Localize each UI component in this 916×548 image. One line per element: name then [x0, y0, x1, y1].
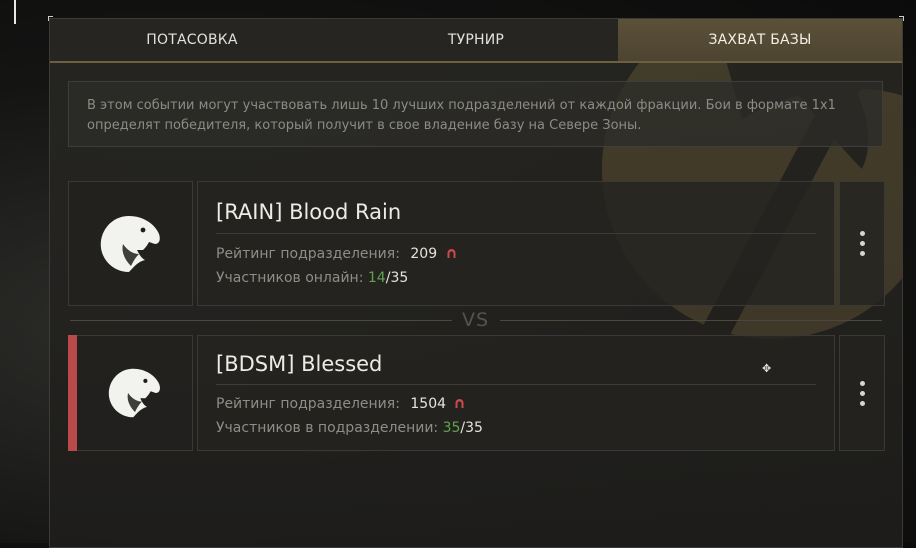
unit-members: Участников в подразделении: 35/35 — [216, 420, 483, 436]
members-current: 14 — [367, 270, 386, 286]
rating-value: 209 — [410, 246, 438, 262]
more-menu-icon — [859, 231, 865, 236]
window-edge-marker — [14, 0, 16, 24]
unit-rating: Рейтинг подразделения: 1504 — [216, 396, 465, 412]
members-current: 35 — [442, 420, 461, 436]
vs-line-left — [70, 320, 452, 321]
unit-members: Участников онлайн: 14/35 — [216, 270, 408, 286]
members-total: 35 — [465, 420, 483, 436]
unit-name[interactable]: [BDSM] Blessed — [216, 352, 382, 376]
rating-value: 1504 — [410, 396, 447, 412]
own-unit-highlight-bar — [68, 335, 77, 451]
unit-emblem — [68, 181, 193, 306]
cursor-icon: ✥ — [762, 362, 772, 375]
more-menu-icon — [859, 380, 865, 386]
eagle-emblem-icon — [108, 368, 160, 418]
vs-label: VS — [462, 309, 490, 331]
event-tabs: ПОТАСОВКА ТУРНИР ЗАХВАТ БАЗЫ — [50, 19, 902, 63]
unit-more-menu-button[interactable] — [839, 335, 885, 451]
details-divider — [216, 233, 816, 234]
rank-icon — [455, 399, 464, 408]
menu-dot — [859, 251, 865, 256]
unit-more-menu-button[interactable] — [839, 181, 885, 306]
rating-label: Рейтинг подразделения: — [216, 246, 400, 262]
unit-rating: Рейтинг подразделения: 209 — [216, 246, 457, 262]
details-divider — [216, 384, 816, 385]
versus-divider: VS — [70, 309, 882, 331]
tab-base-capture[interactable]: ЗАХВАТ БАЗЫ — [618, 19, 902, 61]
unit-name[interactable]: [RAIN] Blood Rain — [216, 200, 401, 224]
event-panel: ПОТАСОВКА ТУРНИР ЗАХВАТ БАЗЫ В этом собы… — [49, 18, 903, 548]
unit-details: [RAIN] Blood Rain Рейтинг подразделения:… — [197, 181, 835, 306]
members-label: Участников в подразделении: — [216, 420, 439, 436]
tab-brawl[interactable]: ПОТАСОВКА — [50, 19, 334, 61]
members-label: Участников онлайн: — [216, 270, 364, 286]
rank-icon — [447, 249, 456, 258]
tab-tournament[interactable]: ТУРНИР — [334, 19, 618, 61]
rating-label: Рейтинг подразделения: — [216, 396, 400, 412]
unit-emblem — [77, 335, 193, 451]
eagle-emblem-icon — [100, 215, 160, 272]
vs-line-right — [500, 320, 882, 321]
menu-dot — [859, 400, 865, 406]
members-total: 35 — [390, 270, 409, 286]
event-description: В этом событии могут участвовать лишь 10… — [68, 81, 883, 147]
unit-details: [BDSM] Blessed Рейтинг подразделения: 15… — [197, 335, 835, 451]
menu-dot — [859, 241, 865, 246]
menu-dot — [859, 390, 865, 396]
